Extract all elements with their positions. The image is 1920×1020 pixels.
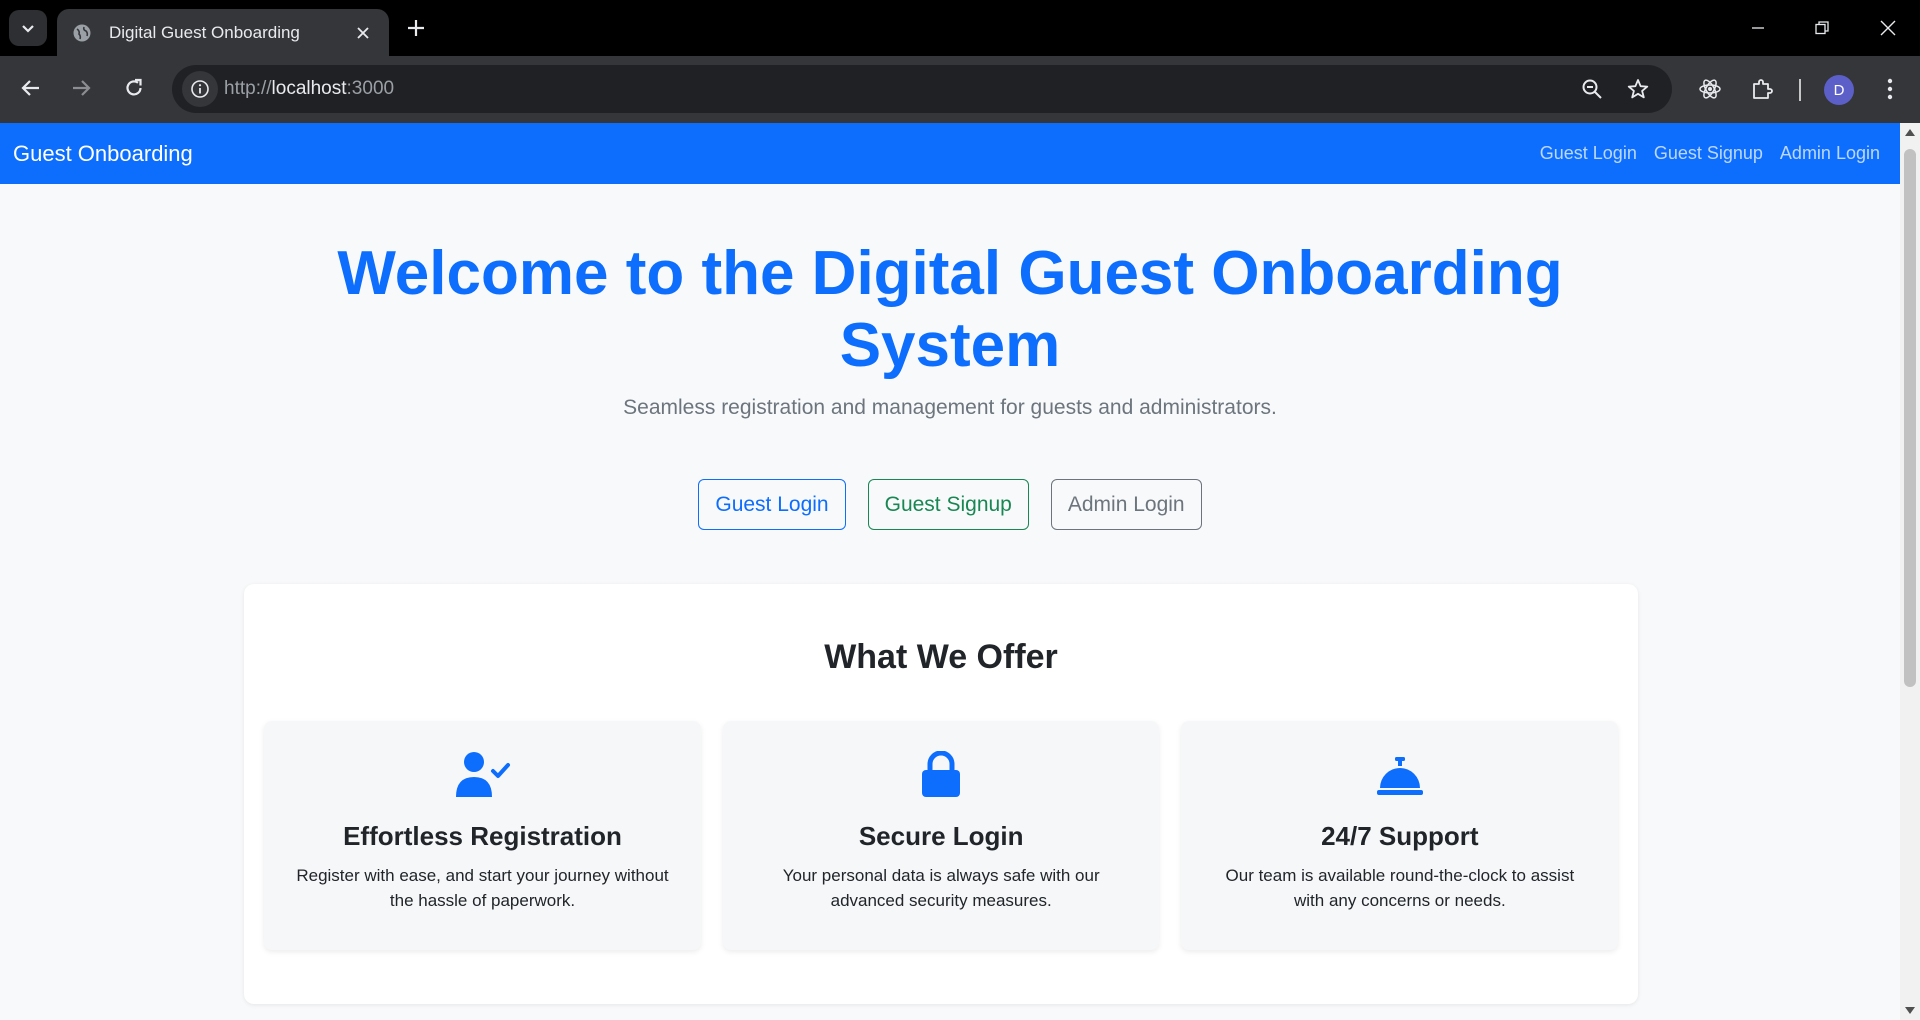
feature-card-secure-login: Secure Login Your personal data is alway… <box>722 721 1160 950</box>
arrow-right-icon <box>73 80 91 96</box>
chevron-down-icon <box>22 25 34 33</box>
scroll-down-arrow[interactable] <box>1905 1007 1915 1014</box>
restore-button[interactable] <box>1798 8 1846 48</box>
minimize-icon <box>1752 27 1764 29</box>
guest-login-button[interactable]: Guest Login <box>698 479 846 530</box>
browser-tab-strip: Digital Guest Onboarding <box>0 0 1920 56</box>
minimize-button[interactable] <box>1734 8 1782 48</box>
toolbar-divider <box>1799 79 1801 101</box>
kebab-menu-icon <box>1887 78 1893 100</box>
close-icon <box>1880 20 1896 36</box>
scroll-up-arrow[interactable] <box>1905 129 1915 136</box>
user-check-icon <box>264 751 701 799</box>
page-scrollbar[interactable] <box>1900 123 1920 1020</box>
reload-icon <box>126 78 142 96</box>
reload-button[interactable] <box>116 70 152 106</box>
close-icon[interactable] <box>351 21 375 45</box>
navbar-brand[interactable]: Guest Onboarding <box>13 123 193 184</box>
plus-icon <box>408 20 424 36</box>
window-close-button[interactable] <box>1864 8 1912 48</box>
info-icon <box>191 80 209 98</box>
address-bar[interactable]: http://localhost:3000 <box>172 65 1672 113</box>
forward-button[interactable] <box>63 70 99 106</box>
nav-link-admin-login[interactable]: Admin Login <box>1780 143 1880 164</box>
page-viewport: Guest Onboarding Guest Login Guest Signu… <box>0 123 1900 1020</box>
react-icon <box>1699 79 1721 99</box>
profile-avatar[interactable]: D <box>1824 75 1854 105</box>
guest-signup-button[interactable]: Guest Signup <box>867 479 1029 530</box>
star-icon <box>1627 79 1649 99</box>
back-button[interactable] <box>13 70 49 106</box>
feature-description: Register with ease, and start your journ… <box>296 866 669 910</box>
navbar-links: Guest Login Guest Signup Admin Login <box>1540 123 1880 184</box>
hero-subtitle: Seamless registration and management for… <box>623 396 1277 419</box>
puzzle-icon <box>1753 79 1773 99</box>
tab-title: Digital Guest Onboarding <box>109 22 300 42</box>
arrow-left-icon <box>21 80 39 96</box>
site-navbar: Guest Onboarding Guest Login Guest Signu… <box>0 123 1900 184</box>
offer-title: What We Offer <box>824 638 1058 676</box>
feature-title: 24/7 Support <box>1321 821 1479 851</box>
nav-link-guest-signup[interactable]: Guest Signup <box>1654 143 1763 164</box>
admin-login-button[interactable]: Admin Login <box>1050 479 1202 530</box>
feature-card-support: 24/7 Support Our team is available round… <box>1181 721 1619 950</box>
feature-list: Effortless Registration Register with ea… <box>264 721 1619 950</box>
globe-icon <box>71 22 93 44</box>
site-info-button[interactable] <box>182 71 218 107</box>
new-tab-button[interactable] <box>400 12 432 44</box>
tab-search-button[interactable] <box>9 10 47 46</box>
feature-title: Secure Login <box>858 821 1024 851</box>
bookmark-button[interactable] <box>1621 72 1655 106</box>
zoom-out-icon <box>1582 79 1602 99</box>
nav-link-guest-login[interactable]: Guest Login <box>1540 143 1637 164</box>
scroll-thumb[interactable] <box>1904 149 1916 687</box>
feature-description: Your personal data is always safe with o… <box>782 866 1100 910</box>
lock-icon <box>723 751 1160 799</box>
browser-tab-active[interactable]: Digital Guest Onboarding <box>57 9 389 56</box>
extensions-button[interactable] <box>1745 72 1779 106</box>
feature-description: Our team is available round-the-clock to… <box>1225 866 1575 910</box>
concierge-bell-icon <box>1181 751 1618 799</box>
url-text: http://localhost:3000 <box>224 78 395 99</box>
feature-card-registration: Effortless Registration Register with ea… <box>264 721 701 950</box>
zoom-button[interactable] <box>1575 72 1609 106</box>
browser-toolbar: http://localhost:3000 D <box>0 56 1920 123</box>
react-devtools-extension[interactable] <box>1693 72 1727 106</box>
hero-title: Welcome to the Digital Guest Onboarding S… <box>337 239 1563 380</box>
feature-title: Effortless Registration <box>343 821 622 851</box>
hero-button-group: Guest Login Guest Signup Admin Login <box>0 479 1900 530</box>
browser-menu-button[interactable] <box>1873 72 1907 106</box>
offer-section: What We Offer Effortless Registration Re… <box>244 584 1638 1004</box>
restore-icon <box>1815 21 1829 35</box>
